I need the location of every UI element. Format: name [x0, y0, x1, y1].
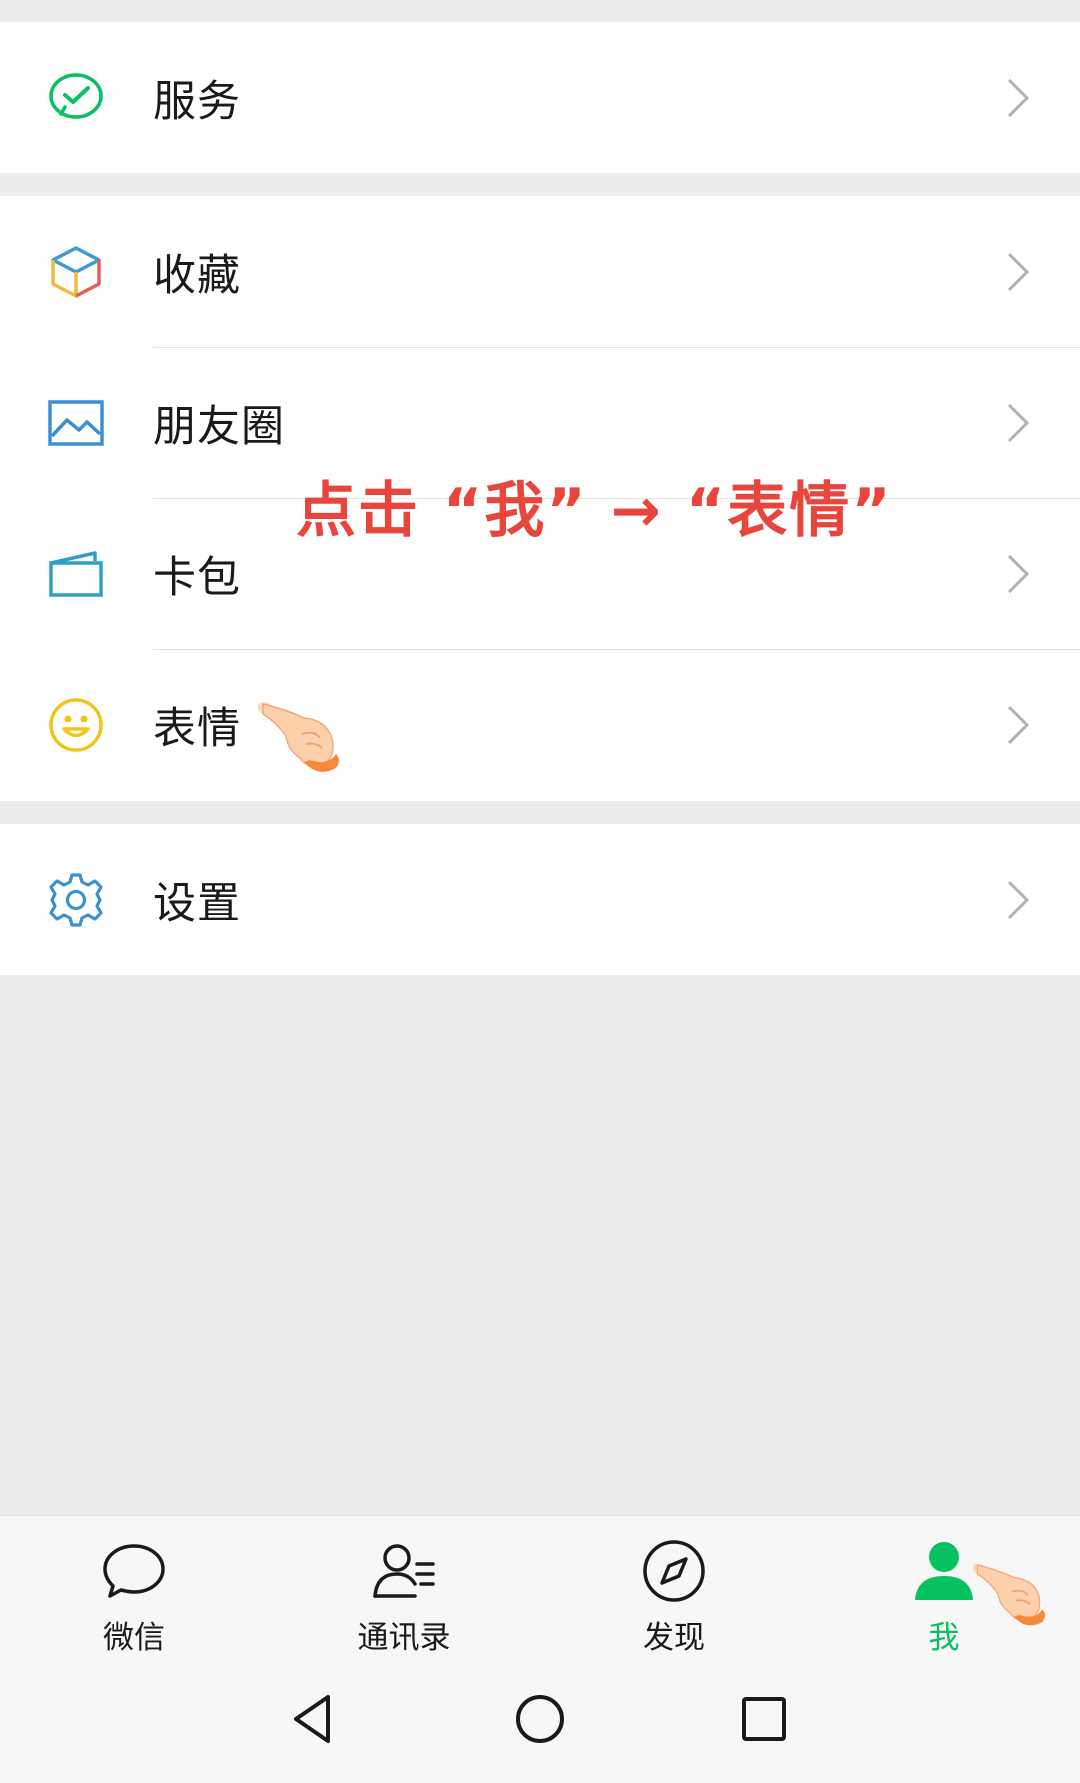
chevron-right-icon [1005, 250, 1031, 294]
pointing-hand-icon [972, 1558, 1053, 1642]
back-triangle-icon[interactable] [284, 1689, 344, 1749]
instruction-annotation: 点击 “我” → “表情” [296, 476, 893, 546]
menu-item-favorites[interactable]: 收藏 [0, 196, 1080, 347]
tab-label-discover: 发现 [643, 1620, 705, 1656]
menu-label-service: 服务 [153, 76, 241, 127]
favorites-cube-icon [47, 243, 105, 301]
service-group: 服务 [0, 22, 1080, 173]
chevron-right-icon [1005, 401, 1031, 445]
smiley-icon [47, 696, 105, 754]
card-wallet-icon [47, 545, 105, 603]
chevron-right-icon [1005, 878, 1031, 922]
home-circle-icon[interactable] [510, 1689, 570, 1749]
tab-chats[interactable]: 微信 [34, 1516, 234, 1656]
menu-label-moments: 朋友圈 [153, 401, 285, 452]
bottom-tab-bar: 微信 通讯录 发现 我 [0, 1515, 1080, 1656]
menu-label-settings: 设置 [153, 878, 241, 929]
chevron-right-icon [1005, 703, 1031, 747]
tab-discover[interactable]: 发现 [574, 1516, 774, 1656]
gear-icon [47, 871, 105, 929]
compass-icon [641, 1538, 707, 1604]
chevron-right-icon [1005, 552, 1031, 596]
menu-item-settings[interactable]: 设置 [0, 824, 1080, 975]
settings-group: 设置 [0, 824, 1080, 975]
service-check-icon [47, 69, 105, 127]
chevron-right-icon [1005, 76, 1031, 120]
moments-photo-icon [47, 394, 105, 452]
recents-square-icon[interactable] [734, 1689, 794, 1749]
menu-label-favorites: 收藏 [153, 250, 241, 301]
menu-label-cards: 卡包 [153, 552, 241, 603]
tab-label-chats: 微信 [103, 1620, 165, 1656]
menu-item-service[interactable]: 服务 [0, 22, 1080, 173]
menu-label-stickers: 表情 [153, 703, 241, 754]
chat-bubble-icon [101, 1538, 167, 1604]
pointing-hand-icon [257, 700, 348, 786]
tab-label-contacts: 通讯录 [357, 1620, 451, 1656]
menu-item-stickers[interactable]: 表情 [0, 649, 1080, 800]
person-icon [911, 1538, 977, 1604]
system-navigation-bar [0, 1655, 1080, 1783]
contacts-icon [371, 1538, 437, 1604]
tab-contacts[interactable]: 通讯录 [304, 1516, 504, 1656]
